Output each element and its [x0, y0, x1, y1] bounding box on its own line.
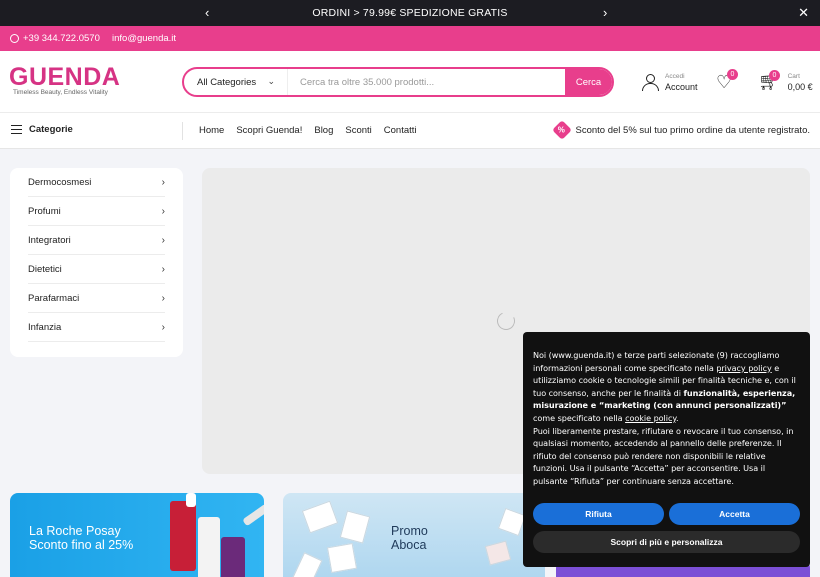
logo-text: GUENDA	[9, 63, 121, 91]
product-image	[291, 552, 323, 577]
nav-link-home[interactable]: Home	[199, 125, 224, 136]
search-input[interactable]	[288, 69, 565, 95]
category-label: Integratori	[28, 234, 71, 246]
category-item-parafarmaci[interactable]: Parafarmaci ›	[28, 284, 165, 313]
header: GUENDA Timeless Beauty, Endless Vitality…	[0, 51, 820, 113]
categories-toggle[interactable]: Categorie	[11, 124, 73, 135]
category-select-value: All Categories	[197, 76, 257, 88]
email-link[interactable]: info@guenda.it	[112, 33, 176, 44]
promo-message: % Sconto del 5% sul tuo primo ordine da …	[551, 120, 810, 140]
category-label: Dermocosmesi	[28, 176, 92, 188]
product-image	[198, 517, 220, 577]
nav-links: Home Scopri Guenda! Blog Sconti Contatti	[199, 125, 417, 136]
category-label: Profumi	[28, 205, 61, 217]
nav-link-blog[interactable]: Blog	[314, 125, 333, 136]
cookie-consent-dialog: Noi (www.guenda.it) e terze parti selezi…	[523, 332, 810, 567]
logo[interactable]: GUENDA Timeless Beauty, Endless Vitality	[9, 64, 120, 96]
category-item-integratori[interactable]: Integratori ›	[28, 226, 165, 255]
wishlist-count-badge: 0	[727, 69, 738, 80]
cart-icon: 🛒︎ 0	[758, 70, 780, 91]
category-menu: Dermocosmesi › Profumi › Integratori › Diet…	[10, 168, 183, 357]
cart-label: Cart	[787, 73, 800, 80]
nav-link-contatti[interactable]: Contatti	[384, 125, 417, 136]
announcement-message: ORDINI > 79.99€ SPEDIZIONE GRATIS	[312, 7, 508, 19]
cart-total: 0,00 €	[787, 82, 813, 92]
nav-link-scopri[interactable]: Scopri Guenda!	[236, 125, 302, 136]
nav-link-sconti[interactable]: Sconti	[345, 125, 371, 136]
reject-button[interactable]: Rifiuta	[533, 503, 664, 525]
category-label: Parafarmaci	[28, 292, 80, 304]
discount-icon: %	[551, 120, 572, 140]
product-image	[484, 540, 512, 566]
customize-button[interactable]: Scopri di più e personalizza	[533, 531, 800, 553]
search-bar: All Categories ⌄ Cerca	[182, 67, 614, 97]
chevron-right-icon: ›	[161, 176, 165, 188]
chevron-down-icon: ⌄	[267, 76, 275, 86]
category-item-profumi[interactable]: Profumi ›	[28, 197, 165, 226]
user-icon	[642, 73, 659, 91]
product-image	[301, 500, 339, 534]
contact-bar: +39 344.722.0570 info@guenda.it	[0, 26, 820, 51]
phone-link[interactable]: +39 344.722.0570	[10, 33, 100, 44]
privacy-policy-link[interactable]: privacy policy	[716, 363, 771, 373]
category-item-dermocosmesi[interactable]: Dermocosmesi ›	[28, 168, 165, 197]
product-image	[221, 537, 245, 577]
chevron-right-icon: ›	[161, 292, 165, 304]
category-select[interactable]: All Categories ⌄	[184, 69, 288, 95]
banner-la-roche-posay[interactable]: La Roche Posay Sconto fino al 25%	[10, 493, 264, 577]
banner-subtitle: Aboca	[391, 538, 427, 552]
product-image	[339, 510, 371, 544]
account-label: Account	[665, 82, 698, 92]
category-item-infanzia[interactable]: Infanzia ›	[28, 313, 165, 342]
cart-count-badge: 0	[769, 70, 780, 81]
main-nav: Categorie Home Scopri Guenda! Blog Scont…	[0, 113, 820, 149]
chevron-right-icon: ›	[161, 321, 165, 333]
logo-tagline: Timeless Beauty, Endless Vitality	[13, 89, 108, 96]
categories-label: Categorie	[29, 124, 73, 135]
close-icon[interactable]: ✕	[798, 5, 809, 21]
search-button[interactable]: Cerca	[565, 69, 612, 95]
product-image	[242, 503, 264, 527]
cart-button[interactable]: 🛒︎ 0 Cart 0,00 €	[758, 70, 813, 92]
product-image	[186, 493, 196, 507]
chevron-right-icon[interactable]: ›	[603, 5, 607, 20]
cookie-policy-link[interactable]: cookie policy	[625, 413, 676, 423]
banner-title: Promo	[391, 524, 428, 538]
product-image	[497, 507, 527, 537]
accept-button[interactable]: Accetta	[669, 503, 800, 525]
category-label: Dietetici	[28, 263, 62, 275]
product-image	[326, 542, 358, 574]
whatsapp-icon	[10, 34, 19, 43]
promo-text: Sconto del 5% sul tuo primo ordine da ut…	[575, 124, 810, 136]
wishlist-button[interactable]: ♡ 0	[716, 69, 738, 91]
banner-promo-aboca[interactable]: Promo Aboca	[283, 493, 545, 577]
banner-title: La Roche Posay	[29, 524, 121, 538]
chevron-right-icon: ›	[161, 205, 165, 217]
product-image	[170, 501, 196, 571]
cookie-text: Noi (www.guenda.it) e terze parti selezi…	[533, 350, 796, 486]
chevron-right-icon: ›	[161, 263, 165, 275]
chevron-right-icon: ›	[161, 234, 165, 246]
account-link[interactable]: Accedi Account	[642, 72, 698, 92]
announcement-bar: ‹ ORDINI > 79.99€ SPEDIZIONE GRATIS › ✕	[0, 0, 820, 26]
banner-subtitle: Sconto fino al 25%	[29, 538, 134, 552]
menu-icon	[11, 125, 22, 134]
category-label: Infanzia	[28, 321, 62, 333]
category-item-dietetici[interactable]: Dietetici ›	[28, 255, 165, 284]
phone-number: +39 344.722.0570	[23, 33, 100, 44]
nav-divider	[182, 122, 183, 140]
account-login-label: Accedi	[665, 73, 685, 80]
